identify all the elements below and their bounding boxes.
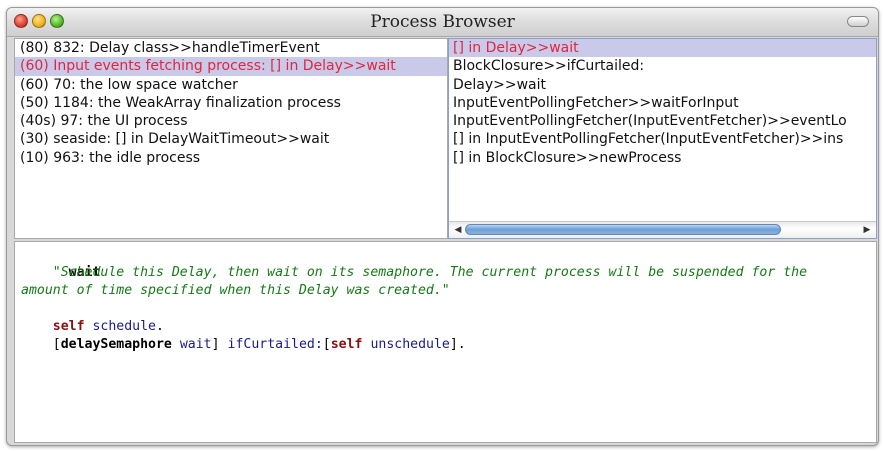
process-list-item[interactable]: (40s) 97: the UI process — [15, 112, 447, 130]
schedule-message: schedule — [92, 319, 157, 334]
code-line-5: self schedule. — [21, 318, 164, 336]
statement-period: . — [156, 319, 164, 334]
toolbar-toggle-button[interactable] — [847, 16, 869, 27]
stack-frame-item[interactable]: [] in Delay>>wait — [449, 39, 876, 58]
scrollbar-thumb[interactable] — [465, 224, 781, 235]
stack-frame-item[interactable]: InputEventPollingFetcher>>waitForInput — [449, 94, 876, 112]
process-list-item[interactable]: (80) 832: Delay class>>handleTimerEvent — [15, 39, 447, 57]
code-editor[interactable]: wait "Schedule this Delay, then wait on … — [14, 241, 877, 443]
block-open-bracket: [ — [322, 337, 331, 352]
process-list-item[interactable]: (10) 963: the idle process — [15, 149, 447, 167]
stack-frame-item[interactable]: Delay>>wait — [449, 76, 876, 94]
horizontal-scrollbar[interactable]: ◀ ▶ — [449, 221, 876, 238]
code-line-3: amount of time specified when this Delay… — [21, 282, 450, 300]
wait-message: wait — [179, 337, 212, 352]
code-line-2: "Schedule this Delay, then wait on its s… — [21, 264, 807, 282]
stack-frame-item[interactable]: BlockClosure>>ifCurtailed: — [449, 57, 876, 75]
final-close: ]. — [449, 337, 466, 352]
if-curtailed-message: ifCurtailed: — [227, 337, 323, 352]
process-list-item[interactable]: (60) Input events fetching process: [] i… — [15, 57, 447, 76]
process-list[interactable]: (80) 832: Delay class>>handleTimerEvent(… — [14, 38, 448, 239]
stack-frame-item[interactable]: [] in InputEventPollingFetcher(InputEven… — [449, 130, 876, 148]
process-list-item[interactable]: (50) 1184: the WeakArray finalization pr… — [15, 94, 447, 112]
open-bracket: [ — [52, 337, 61, 352]
self-keyword-2: self — [330, 337, 363, 352]
code-line-6: [delaySemaphore wait] ifCurtailed:[self … — [21, 336, 466, 354]
self-keyword: self — [52, 319, 85, 334]
title-bar[interactable]: Process Browser — [7, 8, 878, 37]
stack-list[interactable]: [] in Delay>>wait BlockClosure>>ifCurtail… — [448, 38, 877, 239]
process-list-item[interactable]: (30) seaside: [] in DelayWaitTimeout>>wa… — [15, 130, 447, 148]
method-comment-line1: "Schedule this Delay, then wait on its s… — [52, 265, 808, 280]
stack-frame-item[interactable]: [] in BlockClosure>>newProcess — [449, 149, 876, 167]
scroll-right-arrow-icon[interactable]: ▶ — [861, 224, 873, 236]
process-browser-window: Process Browser (80) 832: Delay class>>h… — [6, 7, 879, 446]
unschedule-message: unschedule — [370, 337, 450, 352]
stack-frame-item[interactable]: InputEventPollingFetcher(InputEventFetch… — [449, 112, 876, 130]
window-title: Process Browser — [370, 12, 515, 32]
delay-semaphore-variable: delaySemaphore — [60, 337, 172, 352]
close-bracket: ] — [211, 337, 220, 352]
process-list-item[interactable]: (60) 70: the low space watcher — [15, 76, 447, 94]
scroll-left-arrow-icon[interactable]: ◀ — [452, 224, 464, 236]
method-comment-line2: amount of time specified when this Delay… — [21, 283, 450, 298]
